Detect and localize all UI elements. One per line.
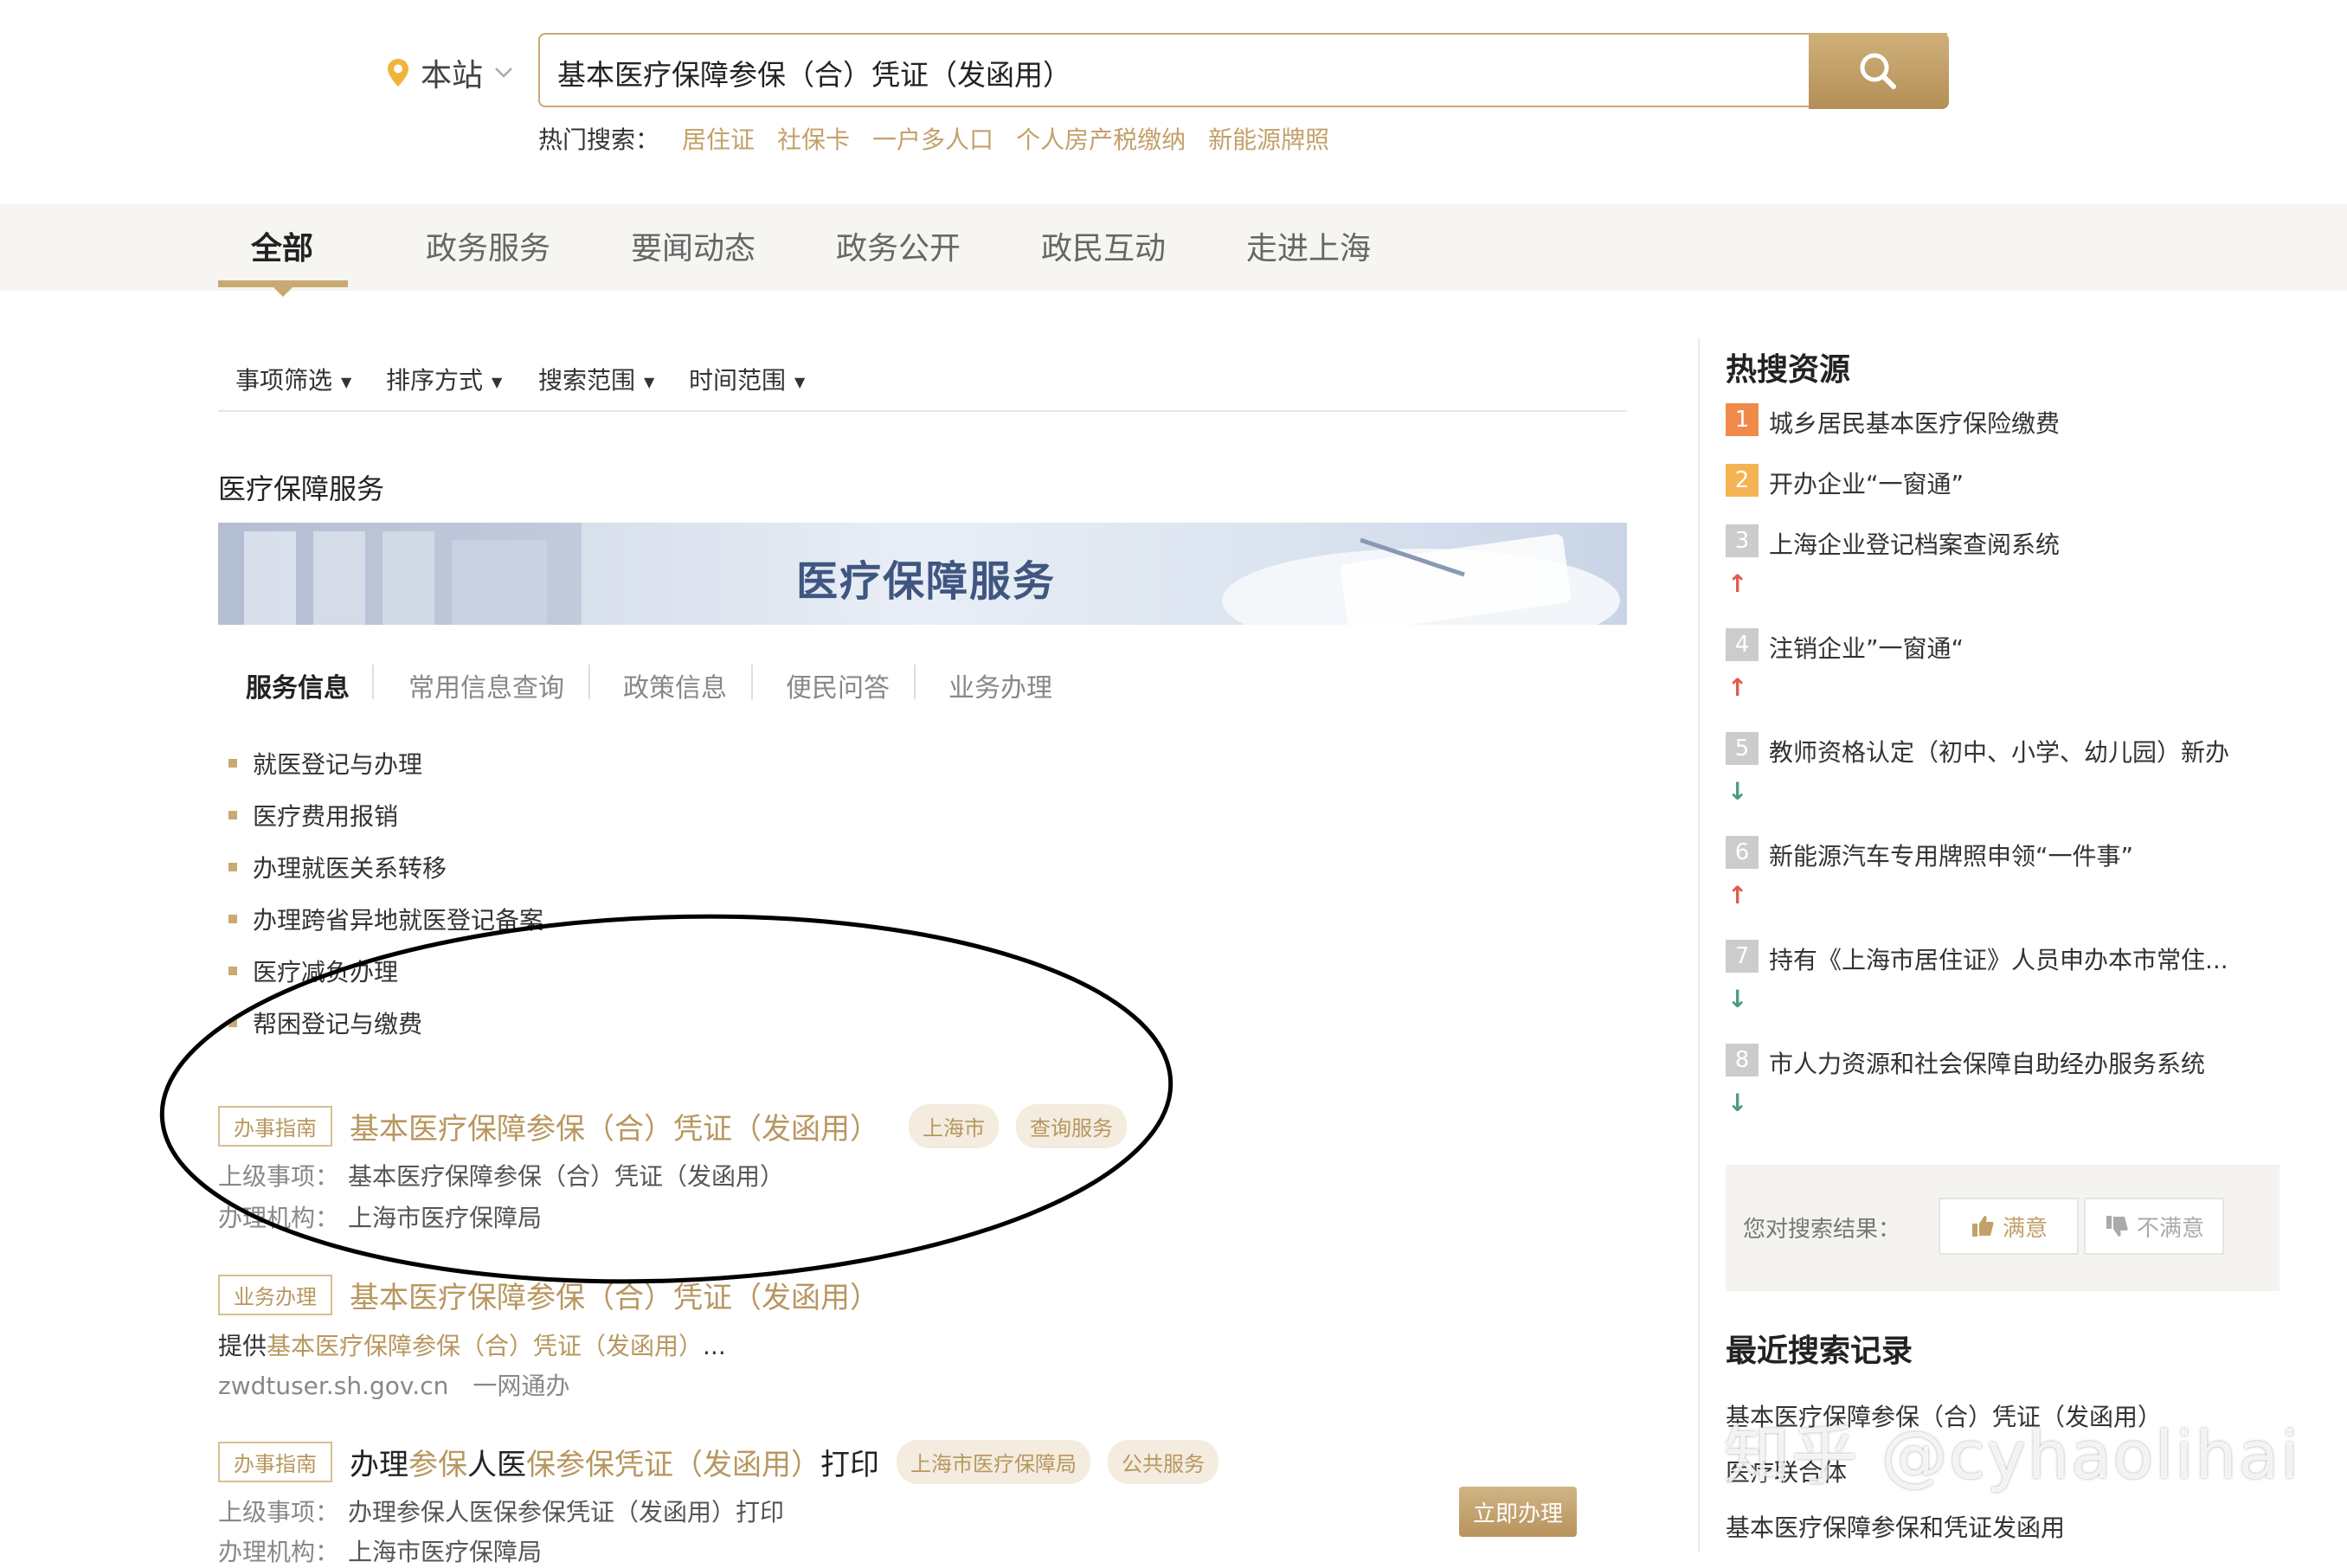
tab-common-query[interactable]: 常用信息查询 — [408, 666, 564, 704]
hot-resource-link[interactable]: 新能源汽车专用牌照申领“一件事” — [1769, 838, 2133, 872]
hot-resource-link[interactable]: 持有《上海市居住证》人员申办本市常住... — [1769, 941, 2228, 976]
location-label: 本站 — [421, 58, 484, 93]
hot-resource-link[interactable]: 上海企业登记档案查阅系统 — [1769, 526, 2060, 561]
result-description: 提供基本医疗保障参保（合）凭证（发函用）... — [218, 1332, 726, 1360]
search-button[interactable] — [1809, 33, 1949, 109]
tab-separator — [751, 665, 753, 699]
location-pin-icon — [388, 59, 408, 87]
tab-policy-info[interactable]: 政策信息 — [623, 666, 727, 704]
hot-resource-link[interactable]: 注销企业”一窗通“ — [1769, 630, 1964, 665]
trend-down-icon: ↓ — [1727, 777, 1748, 806]
trend-down-icon: ↓ — [1727, 985, 1748, 1013]
hot-resource-link[interactable]: 开办企业“一窗通” — [1769, 466, 1964, 500]
filter-scope[interactable]: 搜索范围 ▼ — [538, 362, 654, 396]
active-tab-indicator — [218, 280, 348, 287]
result-parent: 上级事项： 办理参保人医保参保凭证（发函用）打印 — [218, 1498, 785, 1526]
search-icon — [1860, 53, 1896, 89]
tab-service-info[interactable]: 服务信息 — [246, 666, 350, 704]
hot-search-link[interactable]: 个人房产税缴纳 — [1016, 121, 1186, 156]
result-source-name: 一网通办 — [473, 1372, 570, 1400]
caret-down-icon: ▼ — [492, 373, 503, 390]
watermark: 知乎 @cyhaolihai — [1724, 1417, 2301, 1494]
hot-rank-badge: 5 — [1726, 732, 1759, 765]
active-tab-caret — [273, 287, 293, 297]
bullet-icon — [228, 759, 237, 768]
annotation-ellipse — [159, 914, 1174, 1284]
unsatisfied-button[interactable]: 不满意 — [2084, 1198, 2224, 1255]
result-url[interactable]: zwdtuser.sh.gov.cn — [218, 1372, 448, 1400]
service-item[interactable]: 就医登记与办理 — [228, 746, 422, 781]
result-title-link[interactable]: 办理参保人医保参保凭证（发函用）打印 — [350, 1441, 879, 1483]
hot-resource-link[interactable]: 教师资格认定（初中、小学、幼儿园）新办 — [1769, 734, 2229, 768]
tab-separator — [914, 665, 916, 699]
tab-gov-services[interactable]: 政务服务 — [426, 223, 550, 268]
tab-separator — [588, 665, 590, 699]
hot-search-link[interactable]: 一户多人口 — [872, 121, 993, 156]
feedback-label: 您对搜索结果： — [1743, 1217, 1901, 1243]
category-pill[interactable]: 公共服务 — [1108, 1440, 1219, 1484]
hot-search-label: 热门搜索： — [538, 125, 660, 154]
tab-separator — [372, 665, 374, 699]
section-title: 医疗保障服务 — [218, 472, 385, 505]
result-org: 办理机构： 上海市医疗保障局 — [218, 1538, 543, 1566]
tab-gov-open[interactable]: 政务公开 — [836, 223, 961, 268]
apply-now-button[interactable]: 立即办理 — [1459, 1487, 1577, 1537]
hot-search-link[interactable]: 新能源牌照 — [1208, 121, 1329, 156]
result-type-tag: 办事指南 — [218, 1442, 332, 1482]
service-item[interactable]: 医疗费用报销 — [228, 798, 398, 832]
recent-search-title: 最近搜索记录 — [1726, 1333, 1913, 1369]
hot-resources-title: 热搜资源 — [1726, 352, 1851, 388]
result-source: zwdtuser.sh.gov.cn 一网通办 — [218, 1367, 569, 1402]
hot-resource-link[interactable]: 城乡居民基本医疗保险缴费 — [1769, 405, 2060, 440]
thumbs-up-icon — [1971, 1216, 1994, 1237]
chevron-down-icon — [495, 67, 512, 78]
tab-all[interactable]: 全部 — [251, 223, 313, 268]
caret-down-icon: ▼ — [341, 373, 352, 390]
trend-down-icon: ↓ — [1727, 1089, 1748, 1117]
service-item[interactable]: 办理就医关系转移 — [228, 850, 447, 884]
search-query-text: 基本医疗保障参保（合）凭证（发函用） — [557, 58, 1071, 92]
tab-news[interactable]: 要闻动态 — [631, 223, 756, 268]
hot-rank-badge: 3 — [1726, 524, 1759, 557]
satisfied-button[interactable]: 满意 — [1939, 1198, 2079, 1255]
hot-rank-badge: 1 — [1726, 403, 1759, 436]
result-header: 办事指南 办理参保人医保参保凭证（发函用）打印 上海市医疗保障局 公共服务 — [218, 1440, 1219, 1484]
caret-down-icon: ▼ — [794, 373, 806, 390]
hot-rank-badge: 8 — [1726, 1044, 1759, 1076]
sidebar-divider — [1698, 337, 1700, 1552]
tab-faq[interactable]: 便民问答 — [786, 666, 890, 704]
filter-divider — [218, 410, 1627, 412]
hot-rank-badge: 2 — [1726, 464, 1759, 497]
category-tab-bar — [0, 204, 2347, 291]
hot-search-row: 热门搜索： 居住证 社保卡 一户多人口 个人房产税缴纳 新能源牌照 — [538, 121, 1329, 156]
banner-title: 医疗保障服务 — [796, 557, 1057, 606]
trend-up-icon: ↑ — [1727, 569, 1748, 598]
hot-rank-badge: 6 — [1726, 836, 1759, 869]
recent-search-item[interactable]: 基本医疗保障参保和凭证发函用 — [1726, 1509, 2065, 1544]
tab-about-shanghai[interactable]: 走进上海 — [1246, 223, 1371, 268]
hot-rank-badge: 4 — [1726, 628, 1759, 661]
org-pill[interactable]: 上海市医疗保障局 — [897, 1440, 1090, 1484]
hot-search-link[interactable]: 社保卡 — [777, 121, 850, 156]
tab-business[interactable]: 业务办理 — [948, 666, 1052, 704]
thumbs-down-icon — [2106, 1216, 2128, 1237]
trend-up-icon: ↑ — [1727, 881, 1748, 909]
filter-time[interactable]: 时间范围 ▼ — [689, 362, 805, 396]
filter-item-type[interactable]: 事项筛选 ▼ — [235, 362, 351, 396]
caret-down-icon: ▼ — [644, 373, 655, 390]
hot-rank-badge: 7 — [1726, 940, 1759, 973]
trend-up-icon: ↑ — [1727, 673, 1748, 702]
location-selector[interactable]: 本站 — [386, 50, 514, 95]
hot-search-link[interactable]: 居住证 — [682, 121, 755, 156]
filter-sort[interactable]: 排序方式 ▼ — [386, 362, 502, 396]
bullet-icon — [228, 811, 237, 819]
tab-interaction[interactable]: 政民互动 — [1041, 223, 1166, 268]
bullet-icon — [228, 863, 237, 871]
hot-resource-link[interactable]: 市人力资源和社会保障自助经办服务系统 — [1769, 1045, 2205, 1080]
